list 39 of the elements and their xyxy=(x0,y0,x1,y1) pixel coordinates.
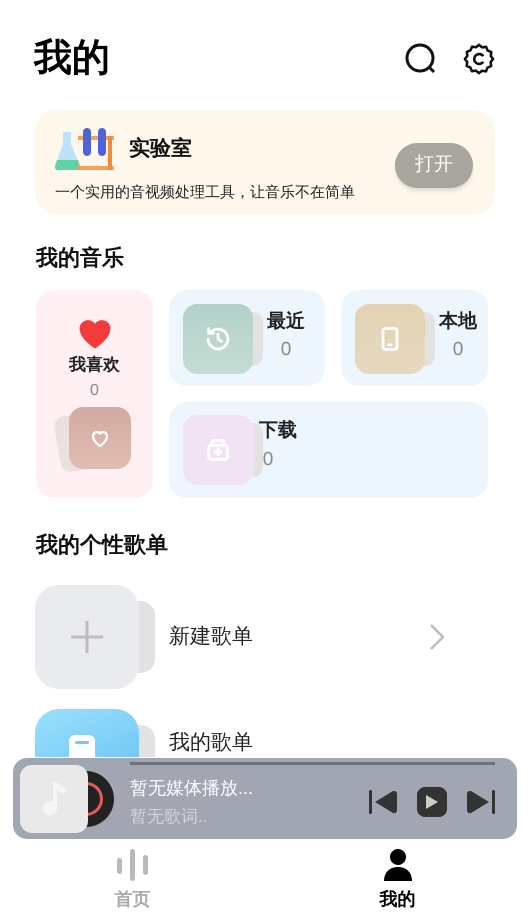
search-icon[interactable] xyxy=(404,42,438,76)
lab-flask-icon xyxy=(55,126,115,172)
card-count: 0 xyxy=(262,448,274,472)
section-title: 我的个性歌单 xyxy=(34,530,169,558)
add-playlist-tile[interactable] xyxy=(35,584,139,688)
category-tile[interactable] xyxy=(183,304,253,374)
card-label: 最近 xyxy=(267,310,305,334)
card-count: 0 xyxy=(280,338,292,362)
category-tile[interactable] xyxy=(68,407,130,469)
sound-bars-icon xyxy=(116,848,150,882)
recent-card[interactable]: 最近 0 xyxy=(169,290,325,386)
settings-icon[interactable] xyxy=(462,42,496,76)
playlist-cover[interactable] xyxy=(35,708,139,756)
card-label: 下载 xyxy=(259,419,297,443)
card-label: 本地 xyxy=(439,310,477,334)
next-icon[interactable] xyxy=(465,789,495,815)
favorite-card[interactable]: 我喜欢 0 xyxy=(36,290,153,498)
category-tile[interactable] xyxy=(183,414,253,484)
nav-tab[interactable]: 我的 xyxy=(265,840,530,920)
clock-icon xyxy=(204,324,232,352)
playlist-title[interactable]: 新建歌单 xyxy=(169,620,429,652)
card-label: 我喜欢 xyxy=(69,354,120,376)
plus-icon xyxy=(69,618,105,654)
lab-title: 实验室 xyxy=(129,136,192,162)
page-title: 我的 xyxy=(34,36,110,81)
section-title: 我的音乐 xyxy=(34,244,125,272)
chevron-right-icon[interactable] xyxy=(429,622,445,650)
category-tile[interactable] xyxy=(355,304,425,374)
download-card[interactable]: 下载 0 xyxy=(169,402,488,498)
track-title: 暂无媒体播放... xyxy=(130,776,254,800)
card-count: 0 xyxy=(90,381,99,401)
play-button[interactable] xyxy=(417,787,447,817)
play-icon xyxy=(426,795,438,809)
lab-description: 一个实用的音视频处理工具，让音乐不在简单 xyxy=(55,183,355,203)
person-icon xyxy=(382,848,412,882)
playlist-title[interactable]: 我的歌单 xyxy=(169,730,495,756)
local-card[interactable]: 本地 0 xyxy=(341,290,488,386)
card-count: 0 xyxy=(452,338,464,362)
previous-icon[interactable] xyxy=(369,789,399,815)
